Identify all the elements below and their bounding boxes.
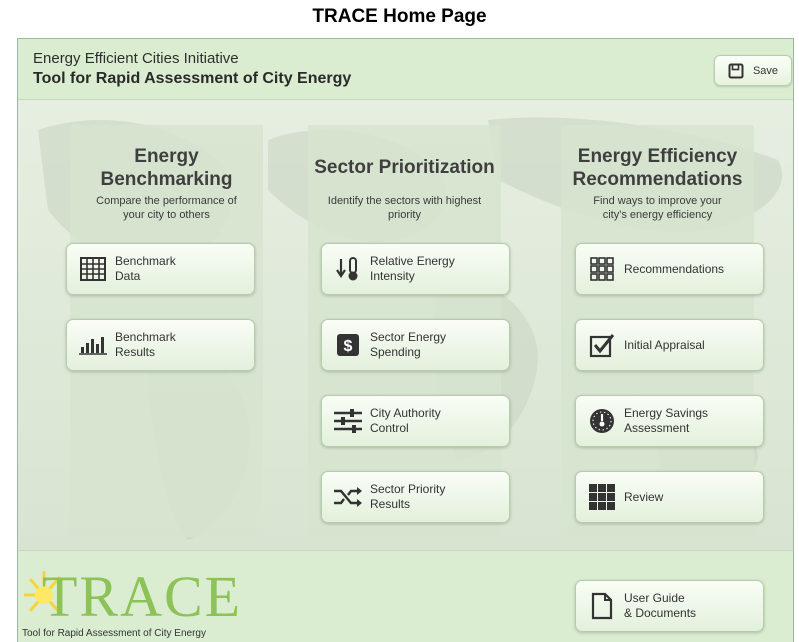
- sector-priority-results-label: Sector Priority Results: [370, 482, 446, 511]
- thermometer-arrows-icon: [326, 244, 370, 294]
- benchmark-results-label: Benchmark Results: [115, 330, 176, 359]
- benchmark-data-label: Benchmark Data: [115, 254, 176, 283]
- energy-savings-assessment-label: Energy Savings Assessment: [624, 406, 709, 435]
- recommendations-button[interactable]: Recommendations: [575, 243, 764, 295]
- benchmark-results-button[interactable]: Benchmark Results: [66, 319, 255, 371]
- sector-priority-results-button[interactable]: Sector Priority Results: [321, 471, 510, 523]
- sliders-icon: [326, 396, 370, 446]
- grid-table-icon: [71, 244, 115, 294]
- trace-app-window: Energy Efficient Cities Initiative Tool …: [17, 38, 794, 642]
- tool-title: Tool for Rapid Assessment of City Energy: [33, 70, 352, 87]
- grid-outline-icon: [580, 244, 624, 294]
- benchmarking-title: Energy Benchmarking: [100, 146, 233, 190]
- sector-energy-spending-label: Sector Energy Spending: [370, 330, 447, 359]
- city-authority-control-button[interactable]: City Authority Control: [321, 395, 510, 447]
- user-guide-button[interactable]: User Guide & Documents: [575, 580, 764, 632]
- review-label: Review: [624, 489, 664, 504]
- recommendations-title: Energy Efficiency Recommendations: [572, 146, 743, 190]
- initiative-title: Energy Efficient Cities Initiative: [33, 50, 239, 67]
- recommendations-description: Find ways to improve your city's energy …: [593, 195, 722, 221]
- checkbox-icon: [580, 320, 624, 370]
- save-icon: [728, 63, 744, 79]
- relative-energy-intensity-label: Relative Energy Intensity: [370, 254, 455, 283]
- trace-logo-word: TRACE: [42, 564, 243, 629]
- user-guide-label: User Guide & Documents: [624, 591, 697, 620]
- save-button[interactable]: Save: [714, 55, 792, 86]
- save-label: Save: [752, 64, 779, 77]
- prioritization-title: Sector Prioritization: [314, 157, 495, 178]
- shuffle-icon: [326, 472, 370, 522]
- recommendations-label: Recommendations: [624, 261, 725, 276]
- initial-appraisal-label: Initial Appraisal: [624, 337, 705, 352]
- svg-text:$: $: [344, 338, 353, 355]
- sector-energy-spending-button[interactable]: $ Sector Energy Spending: [321, 319, 510, 371]
- energy-savings-assessment-button[interactable]: Energy Savings Assessment: [575, 395, 764, 447]
- benchmarking-description: Compare the performance of your city to …: [96, 195, 237, 221]
- review-button[interactable]: Review: [575, 471, 764, 523]
- grid-solid-icon: [580, 472, 624, 522]
- document-icon: [580, 581, 624, 631]
- app-header: Energy Efficient Cities Initiative Tool …: [18, 39, 793, 100]
- prioritization-description: Identify the sectors with highest priori…: [327, 195, 482, 221]
- main-panel: Energy Benchmarking Compare the performa…: [18, 100, 793, 550]
- bar-chart-icon: [71, 320, 115, 370]
- benchmark-data-button[interactable]: Benchmark Data: [66, 243, 255, 295]
- gauge-icon: [580, 396, 624, 446]
- dollar-icon: $: [326, 320, 370, 370]
- trace-logo-tagline: Tool for Rapid Assessment of City Energy: [22, 628, 206, 639]
- city-authority-control-label: City Authority Control: [370, 406, 441, 435]
- initial-appraisal-button[interactable]: Initial Appraisal: [575, 319, 764, 371]
- page-caption: TRACE Home Page: [312, 6, 487, 27]
- relative-energy-intensity-button[interactable]: Relative Energy Intensity: [321, 243, 510, 295]
